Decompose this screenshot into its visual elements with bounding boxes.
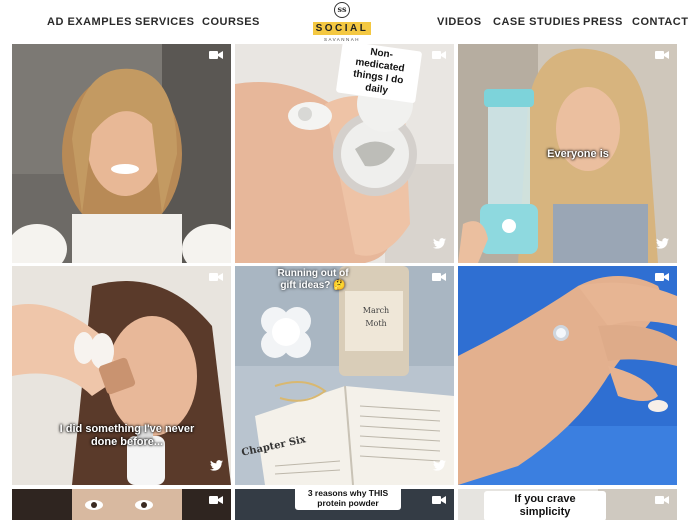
video-tile-1[interactable] <box>12 44 231 263</box>
video-camera-icon <box>655 496 669 504</box>
video-tile-7[interactable] <box>12 489 231 520</box>
video-camera-icon <box>655 273 669 281</box>
twitter-icon[interactable] <box>210 460 223 471</box>
twitter-icon[interactable] <box>433 460 446 471</box>
nav-courses[interactable]: COURSES <box>202 16 260 28</box>
video-tile-6[interactable] <box>458 266 677 485</box>
site-logo[interactable]: ss SOCIAL SAVANNAH <box>310 2 374 42</box>
video-caption-9: If you crave simplicity <box>484 491 606 520</box>
nav-case-studies[interactable]: CASE STUDIES <box>493 16 580 28</box>
video-tile-5[interactable]: Chapter Six March Moth Running out of gi… <box>235 266 454 485</box>
nav-services[interactable]: SERVICES <box>135 16 194 28</box>
top-navigation-bar: AD EXAMPLES SERVICES COURSES ss SOCIAL S… <box>0 0 689 42</box>
twitter-icon[interactable] <box>433 238 446 249</box>
nav-press[interactable]: PRESS <box>583 16 623 28</box>
video-camera-icon <box>432 273 446 281</box>
logo-mark: ss <box>334 2 350 18</box>
video-tile-3[interactable]: Everyone is <box>458 44 677 263</box>
bottle-label: March Moth <box>362 306 390 328</box>
video-camera-icon <box>432 496 446 504</box>
video-tile-4[interactable]: I did something I've never done before..… <box>12 266 231 485</box>
video-thumbnail-7 <box>12 489 231 520</box>
twitter-icon[interactable] <box>656 238 669 249</box>
video-camera-icon <box>209 273 223 281</box>
video-camera-icon <box>432 51 446 59</box>
video-tile-2[interactable]: Non-medicated things I do daily <box>235 44 454 263</box>
video-thumbnail-6 <box>458 266 677 485</box>
video-caption-5: Running out of gift ideas? 🤔 <box>277 268 349 291</box>
video-camera-icon <box>209 496 223 504</box>
nav-contact[interactable]: CONTACT <box>632 16 688 28</box>
video-caption-3: Everyone is <box>547 148 609 160</box>
video-caption-4: I did something I've never done before..… <box>59 423 195 448</box>
video-thumbnail-4 <box>12 266 231 485</box>
video-thumbnail-1 <box>12 44 231 263</box>
nav-ad-examples[interactable]: AD EXAMPLES <box>47 16 132 28</box>
video-camera-icon <box>655 51 669 59</box>
nav-videos[interactable]: VIDEOS <box>437 16 482 28</box>
video-caption-8: 3 reasons why THIS protein powder <box>295 489 401 510</box>
logo-wordmark: SOCIAL <box>312 22 372 35</box>
video-camera-icon <box>209 51 223 59</box>
video-tile-9[interactable]: If you crave simplicity <box>458 489 677 520</box>
video-tile-8[interactable]: 3 reasons why THIS protein powder <box>235 489 454 520</box>
logo-subtitle: SAVANNAH <box>323 37 361 42</box>
